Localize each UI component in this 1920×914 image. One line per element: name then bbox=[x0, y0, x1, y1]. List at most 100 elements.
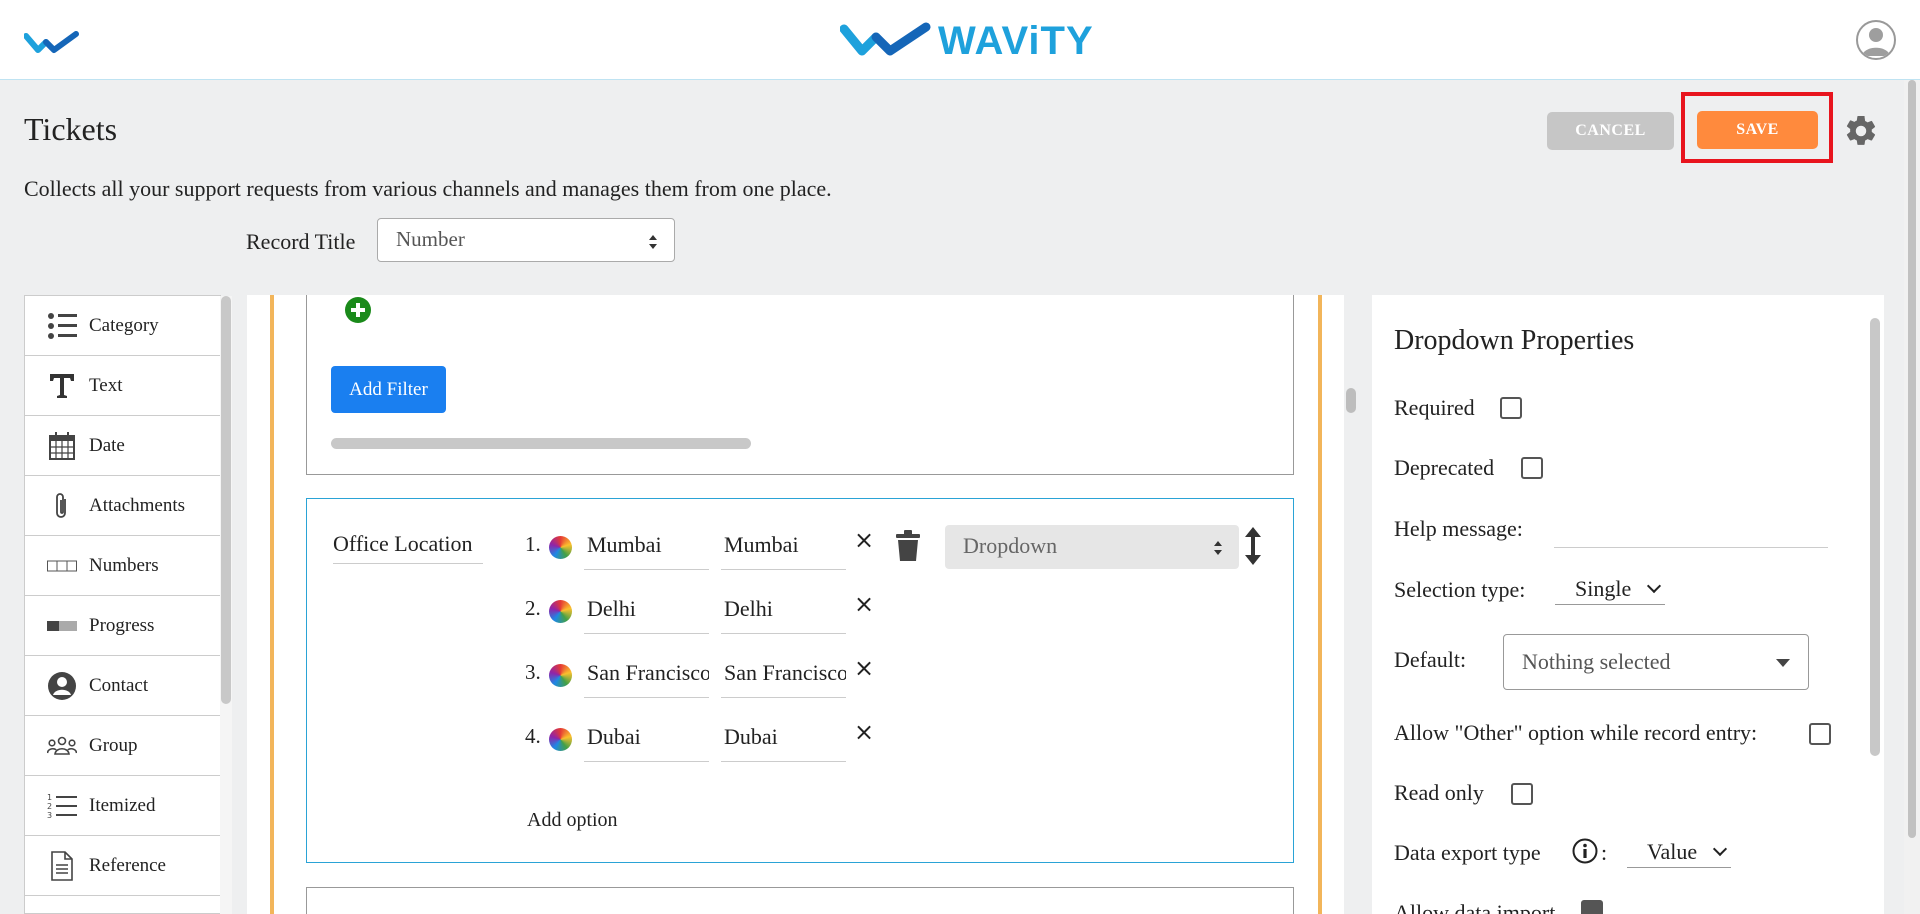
add-filter-button[interactable]: Add Filter bbox=[331, 366, 446, 413]
field-type-select[interactable]: Dropdown bbox=[945, 525, 1239, 569]
info-icon[interactable] bbox=[1572, 838, 1598, 864]
chevron-down-icon bbox=[1713, 841, 1728, 857]
selection-type-value: Single bbox=[1575, 576, 1632, 601]
record-title-value: Number bbox=[396, 227, 465, 251]
remove-option-icon[interactable]: × bbox=[854, 654, 874, 682]
page-scrollbar-thumb[interactable] bbox=[1908, 80, 1916, 838]
remove-option-icon[interactable]: × bbox=[854, 526, 874, 554]
palette-item-contact[interactable]: Contact bbox=[25, 656, 220, 716]
select-updown-icon bbox=[649, 235, 657, 249]
next-field-section[interactable] bbox=[306, 887, 1294, 914]
numbered-list-icon: 123 bbox=[47, 791, 77, 821]
palette-item-label: Date bbox=[89, 434, 125, 456]
brand-logo: WAViTY bbox=[840, 18, 1094, 64]
palette-item-label: Progress bbox=[89, 614, 155, 636]
allow-import-label: Allow data import bbox=[1394, 900, 1556, 914]
option-number: 2. bbox=[525, 596, 541, 620]
filter-horizontal-scrollbar[interactable] bbox=[331, 438, 751, 449]
deprecated-label: Deprecated bbox=[1394, 455, 1495, 480]
option-label-input[interactable]: Dubai bbox=[584, 720, 709, 762]
document-icon bbox=[47, 850, 77, 881]
palette-item-attachments[interactable]: Attachments bbox=[25, 476, 220, 536]
palette-item-text[interactable]: Text bbox=[25, 356, 220, 416]
palette-item-numbers[interactable]: Numbers bbox=[25, 536, 220, 596]
remove-option-icon[interactable]: × bbox=[854, 590, 874, 618]
option-value-input[interactable]: Mumbai bbox=[721, 528, 846, 570]
palette-item-progress[interactable]: Progress bbox=[25, 596, 220, 656]
page-scrollbar[interactable] bbox=[1904, 80, 1920, 914]
palette-item-category[interactable]: Category bbox=[25, 296, 220, 356]
color-picker-icon[interactable] bbox=[549, 728, 572, 751]
palette-item-reference[interactable]: Reference bbox=[25, 836, 220, 896]
properties-title: Dropdown Properties bbox=[1394, 325, 1635, 356]
progress-bar-icon bbox=[47, 611, 77, 641]
option-value-input[interactable]: San Francisco bbox=[721, 656, 846, 698]
required-label: Required bbox=[1394, 395, 1475, 420]
wavity-logo-icon bbox=[840, 22, 931, 56]
default-value: Nothing selected bbox=[1522, 649, 1671, 674]
user-avatar-icon[interactable] bbox=[1856, 20, 1896, 60]
option-value-input[interactable]: Dubai bbox=[721, 720, 846, 762]
gear-icon[interactable] bbox=[1843, 113, 1879, 149]
palette-item-date[interactable]: Date bbox=[25, 416, 220, 476]
export-type-label: Data export type bbox=[1394, 840, 1541, 865]
help-message-label: Help message: bbox=[1394, 516, 1523, 541]
selection-type-select[interactable]: Single bbox=[1555, 576, 1666, 605]
default-value-select[interactable]: Nothing selected bbox=[1503, 634, 1809, 690]
option-label-input[interactable]: Mumbai bbox=[584, 528, 709, 570]
record-title-select[interactable]: Number bbox=[377, 218, 675, 262]
color-picker-icon[interactable] bbox=[549, 536, 572, 559]
canvas-scrollbar-thumb[interactable] bbox=[1346, 388, 1356, 413]
read-only-checkbox[interactable] bbox=[1511, 783, 1533, 805]
properties-scrollbar[interactable] bbox=[1870, 318, 1880, 756]
palette-item-label: Category bbox=[89, 314, 159, 336]
remove-option-icon[interactable]: × bbox=[854, 718, 874, 746]
text-t-icon bbox=[47, 371, 77, 401]
palette-item-label: Text bbox=[89, 374, 123, 396]
default-label: Default: bbox=[1394, 647, 1467, 672]
add-circle-icon[interactable] bbox=[344, 296, 372, 324]
palette-scrollbar[interactable] bbox=[220, 296, 232, 914]
export-colon: : bbox=[1601, 840, 1608, 865]
svg-text:3: 3 bbox=[47, 811, 52, 820]
deprecated-checkbox[interactable] bbox=[1521, 457, 1543, 479]
palette-item-more[interactable] bbox=[25, 896, 220, 913]
option-value-input[interactable]: Delhi bbox=[721, 592, 846, 634]
color-picker-icon[interactable] bbox=[549, 664, 572, 687]
top-bar: WAViTY bbox=[0, 0, 1920, 80]
palette-item-label: Reference bbox=[89, 854, 166, 876]
svg-text:2: 2 bbox=[47, 802, 52, 811]
person-circle-icon bbox=[47, 671, 77, 701]
trash-icon[interactable] bbox=[895, 530, 921, 562]
option-label-input[interactable]: Delhi bbox=[584, 592, 709, 634]
palette-item-group[interactable]: Group bbox=[25, 716, 220, 776]
cancel-button[interactable]: CANCEL bbox=[1547, 112, 1674, 150]
canvas-scrollbar[interactable] bbox=[1344, 295, 1358, 914]
caret-down-icon bbox=[1776, 659, 1790, 667]
palette-scrollbar-thumb[interactable] bbox=[221, 296, 231, 704]
field-type-value: Dropdown bbox=[963, 533, 1058, 558]
group-icon bbox=[47, 731, 77, 761]
allow-other-checkbox[interactable] bbox=[1809, 723, 1831, 745]
export-type-value: Value bbox=[1647, 839, 1698, 864]
save-button[interactable]: SAVE bbox=[1697, 111, 1818, 149]
read-only-label: Read only bbox=[1394, 780, 1484, 805]
page-description: Collects all your support requests from … bbox=[24, 176, 832, 201]
field-palette: Category Text Date Attachments Numbers P… bbox=[24, 295, 221, 914]
number-boxes-icon bbox=[47, 551, 77, 581]
record-title-label: Record Title bbox=[246, 229, 356, 254]
required-checkbox[interactable] bbox=[1500, 397, 1522, 419]
reorder-arrow-icon[interactable] bbox=[1243, 527, 1263, 565]
option-label-input[interactable]: San Francisco bbox=[584, 656, 709, 698]
svg-text:1: 1 bbox=[47, 793, 52, 802]
option-number: 3. bbox=[525, 660, 541, 684]
palette-item-itemized[interactable]: 123 Itemized bbox=[25, 776, 220, 836]
list-icon bbox=[47, 311, 77, 341]
wavity-small-logo-icon[interactable] bbox=[24, 30, 82, 56]
export-type-select[interactable]: Value bbox=[1627, 839, 1732, 868]
color-picker-icon[interactable] bbox=[549, 600, 572, 623]
allow-import-checkbox[interactable] bbox=[1581, 900, 1603, 914]
field-name-input[interactable]: Office Location bbox=[333, 528, 483, 564]
add-option-link[interactable]: Add option bbox=[527, 809, 618, 832]
help-message-input[interactable] bbox=[1554, 547, 1828, 548]
